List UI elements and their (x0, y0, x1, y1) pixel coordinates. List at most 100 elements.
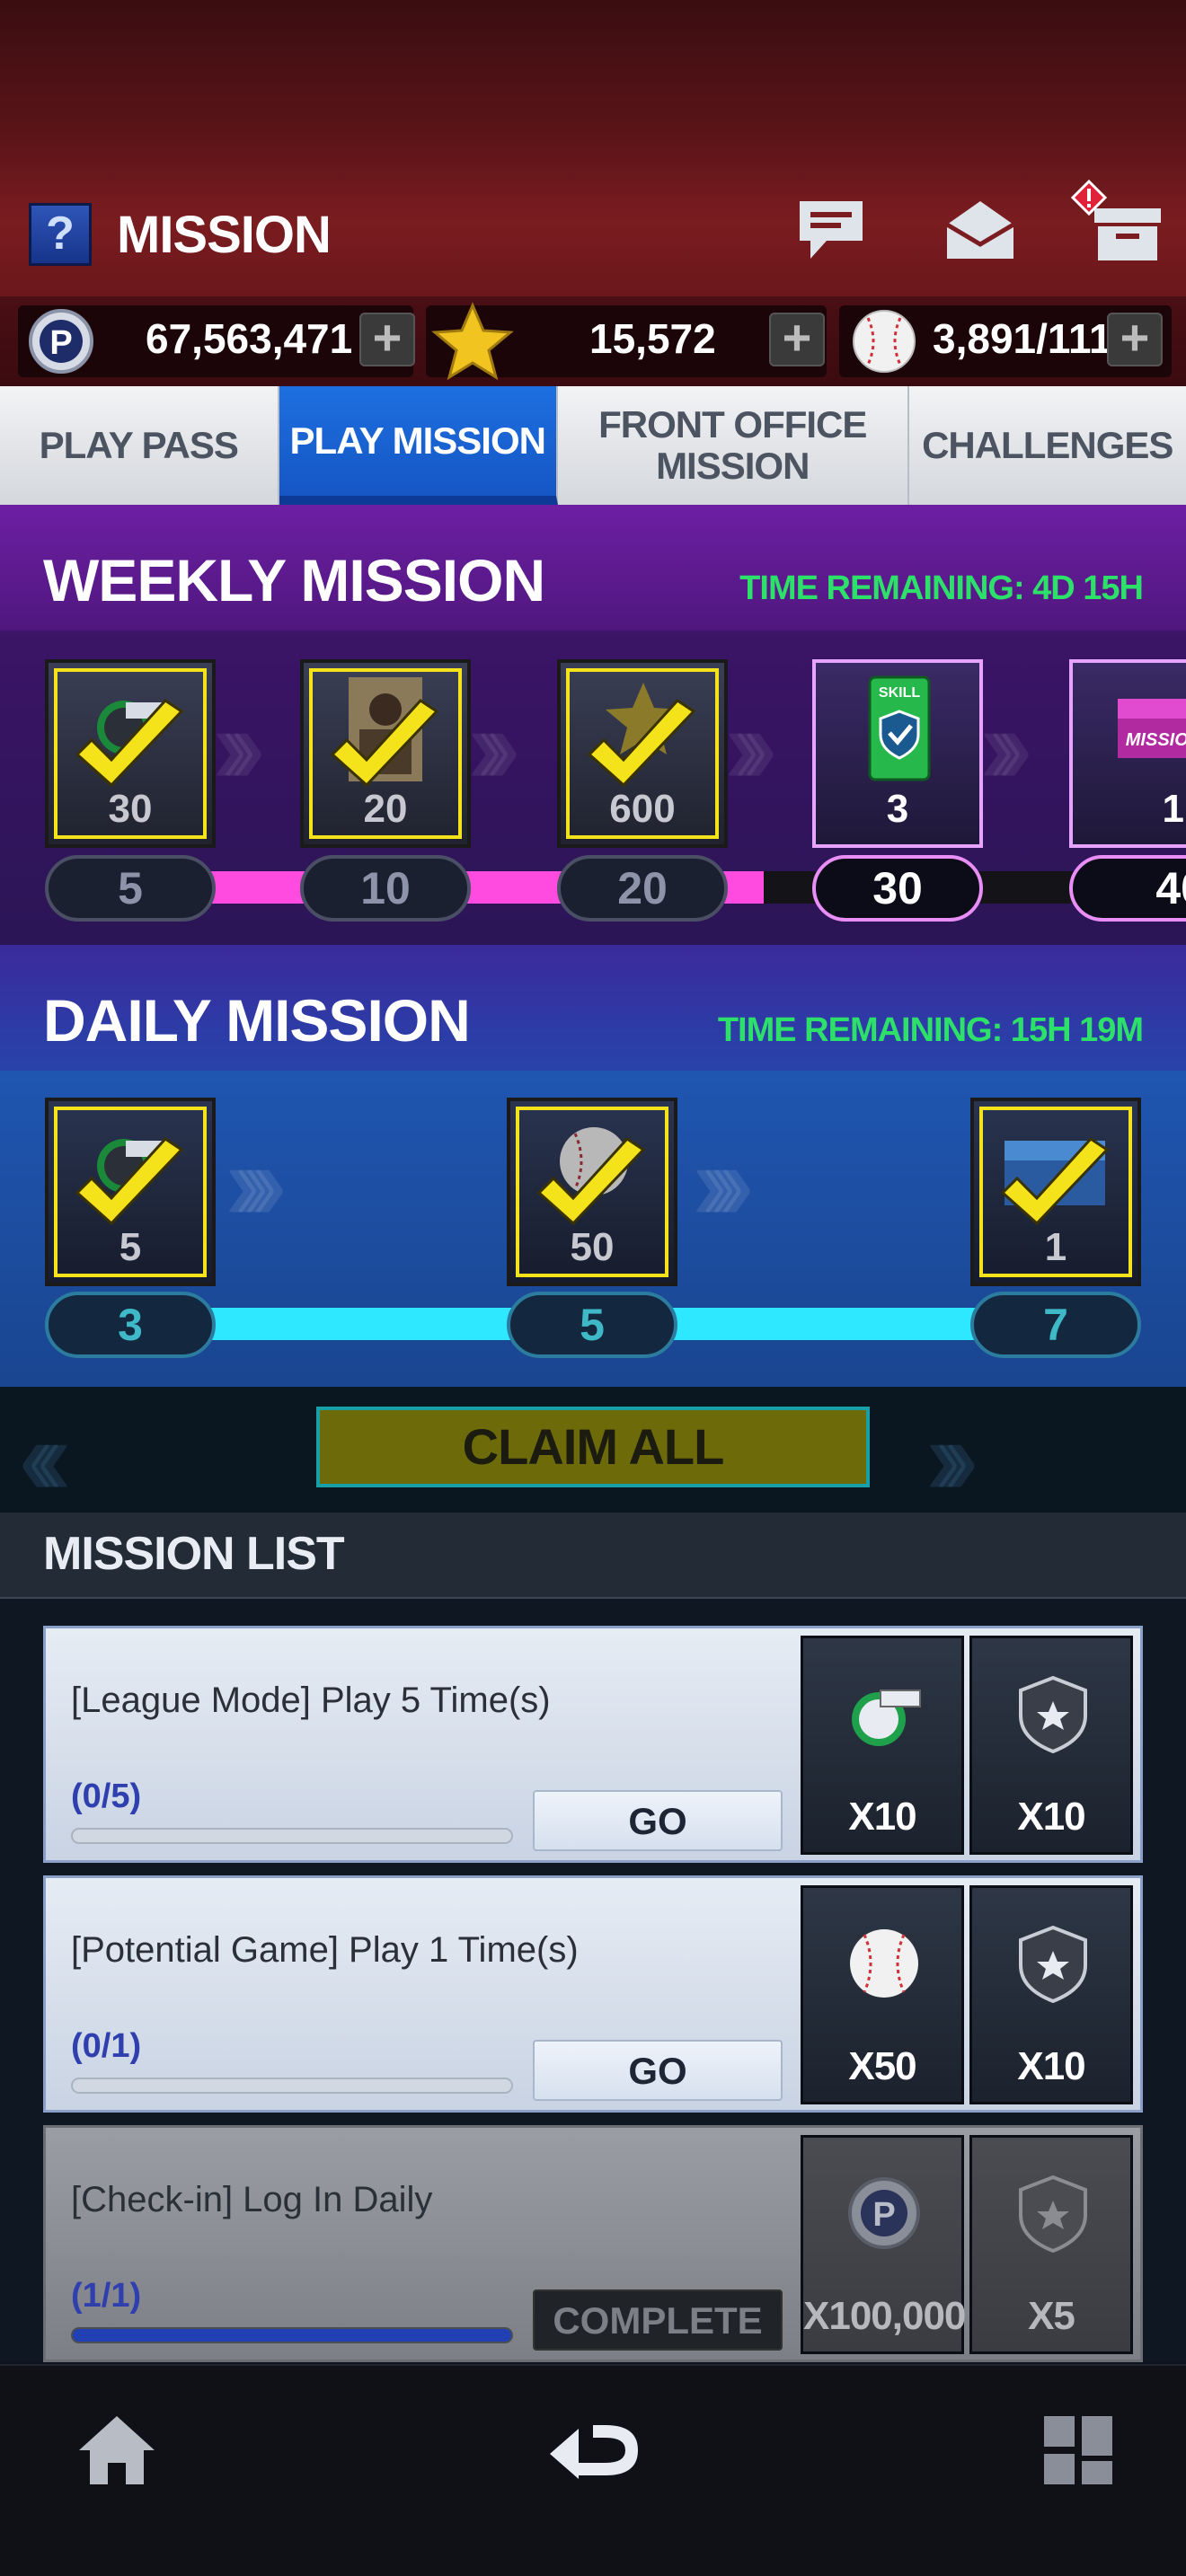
track-chevrons: ››› (724, 686, 778, 807)
bottom-nav (0, 2364, 1186, 2576)
weekly-reward-5[interactable]: MISSION 1 (1069, 659, 1186, 848)
mission-list: [League Mode] Play 5 Time(s) (0/5) GO X1… (0, 1599, 1186, 2362)
track-chevrons: ›››› (225, 1123, 288, 1243)
home-icon[interactable] (72, 2405, 162, 2495)
progress-bar (71, 2327, 513, 2343)
balls-value: 3,891/111 (933, 315, 1112, 362)
top-header: ? MISSION (0, 0, 1186, 296)
shield-badge-icon (1019, 2175, 1087, 2253)
mission-progress: (1/1) (71, 2277, 142, 2315)
mission-progress: (0/5) (71, 1778, 142, 1815)
shield-badge-icon (1019, 1925, 1087, 2003)
daily-mission-section: DAILY MISSION TIME REMAINING: 15H 19M ››… (0, 945, 1186, 1387)
help-button[interactable]: ? (29, 203, 92, 266)
whistle-icon (852, 1689, 921, 1746)
reward-slot: P X100,000 (801, 2135, 966, 2354)
add-balls-button[interactable]: + (1107, 313, 1163, 366)
reward-qty: 1 (1044, 1225, 1067, 1269)
mail-icon[interactable] (940, 189, 1021, 269)
currency-bar: P 67,563,471 + 15,572 + 3,891/111 + (0, 296, 1186, 386)
reward-label: X10 (1017, 1795, 1085, 1839)
mission-progress: (0/1) (71, 2027, 142, 2065)
mission-title: [Check-in] Log In Daily (71, 2180, 433, 2219)
weekly-milestone: 40 (1069, 855, 1186, 922)
mission-tabs: PLAY PASS PLAY MISSION FRONT OFFICE MISS… (0, 386, 1186, 505)
points-coin-icon: P (29, 309, 93, 374)
list-item: [Potential Game] Play 1 Time(s) (0/1) GO… (43, 1875, 1143, 2113)
weekly-milestone: 30 (812, 855, 983, 922)
list-item: [Check-in] Log In Daily (1/1) COMPLETE P… (43, 2125, 1143, 2362)
stars-value: 15,572 (589, 315, 716, 362)
track-chevrons: ››› (467, 686, 521, 807)
band-chevrons: ‹‹‹ (18, 1398, 72, 1518)
go-button[interactable]: GO (533, 1790, 783, 1851)
daily-reward-2[interactable]: 50 (507, 1098, 677, 1286)
skill-tag: SKILL (879, 685, 920, 701)
daily-milestone: 5 (507, 1292, 677, 1358)
chat-icon[interactable] (791, 189, 872, 269)
reward-slot: X5 (969, 2135, 1133, 2354)
weekly-reward-2[interactable]: 20 (300, 659, 471, 848)
reward-label: X10 (848, 1795, 916, 1839)
tab-play-mission[interactable]: PLAY MISSION (279, 386, 558, 505)
reward-label: X5 (1028, 2294, 1075, 2338)
daily-reward-1[interactable]: 5 (45, 1098, 216, 1286)
daily-title: DAILY MISSION (43, 987, 471, 1054)
band-chevrons: ››› (925, 1398, 979, 1518)
weekly-reward-4[interactable]: SKILL 3 (812, 659, 983, 848)
svg-text:P: P (872, 2196, 895, 2234)
tab-challenges[interactable]: CHALLENGES (908, 386, 1186, 505)
menu-grid-icon[interactable] (1033, 2405, 1123, 2495)
star-icon (431, 302, 514, 381)
mission-title: [Potential Game] Play 1 Time(s) (71, 1930, 579, 1970)
reward-qty: 5 (119, 1225, 142, 1269)
baseball-icon (850, 1929, 918, 1998)
weekly-mission-section: WEEKLY MISSION TIME REMAINING: 4D 15H ››… (0, 505, 1186, 945)
reward-slot: X10 (969, 1885, 1133, 2104)
daily-milestone: 7 (970, 1292, 1141, 1358)
reward-label: X10 (1017, 2044, 1085, 2088)
shield-badge-icon (1019, 1675, 1087, 1753)
weekly-milestone: 20 (557, 855, 728, 922)
reward-label: X50 (848, 2044, 916, 2088)
weekly-milestone: 5 (45, 855, 216, 922)
reward-qty: 50 (570, 1225, 615, 1269)
weekly-reward-3[interactable]: 600 (557, 659, 728, 848)
mission-list-title: MISSION LIST (43, 1528, 345, 1580)
add-points-button[interactable]: + (359, 313, 415, 366)
tab-front-office-mission[interactable]: FRONT OFFICE MISSION (558, 386, 909, 505)
go-button[interactable]: GO (533, 2040, 783, 2101)
baseball-icon (853, 310, 916, 373)
back-icon[interactable] (543, 2405, 643, 2495)
reward-slot: X10 (969, 1636, 1133, 1855)
weekly-header: WEEKLY MISSION TIME REMAINING: 4D 15H (0, 505, 1186, 631)
weekly-reward-1[interactable]: 30 (45, 659, 216, 848)
progress-bar (71, 2078, 513, 2094)
reward-slot: X50 (801, 1885, 964, 2104)
mission-list-header: MISSION LIST (0, 1513, 1186, 1599)
add-stars-button[interactable]: + (769, 313, 825, 366)
claim-all-button[interactable]: CLAIM ALL (316, 1407, 870, 1487)
complete-button: COMPLETE (533, 2289, 783, 2351)
daily-time-remaining: TIME REMAINING: 15H 19M (717, 1011, 1144, 1049)
reward-qty: 3 (886, 787, 909, 831)
page-title: MISSION (117, 206, 332, 264)
reward-qty: 20 (363, 787, 408, 831)
track-chevrons: ››› (979, 686, 1033, 807)
svg-text:P: P (49, 324, 72, 362)
points-value: 67,563,471 (146, 315, 353, 362)
weekly-time-remaining: TIME REMAINING: 4D 15H (739, 569, 1144, 607)
mission-tag: MISSION (1126, 730, 1186, 750)
daily-reward-3[interactable]: 1 (970, 1098, 1141, 1286)
mission-box-icon: MISSION (1118, 699, 1186, 758)
points-coin-icon: P (848, 2177, 920, 2249)
weekly-milestone: 10 (300, 855, 471, 922)
alert-badge-icon (1071, 180, 1107, 216)
reward-qty: 1 (1162, 787, 1184, 831)
skill-ticket-icon: SKILL (868, 675, 931, 781)
track-chevrons: ››› (212, 686, 266, 807)
progress-bar (71, 1828, 513, 1844)
progress-fill (73, 2329, 511, 2342)
reward-label: X100,000 (803, 2294, 966, 2338)
tab-play-pass[interactable]: PLAY PASS (0, 386, 279, 505)
